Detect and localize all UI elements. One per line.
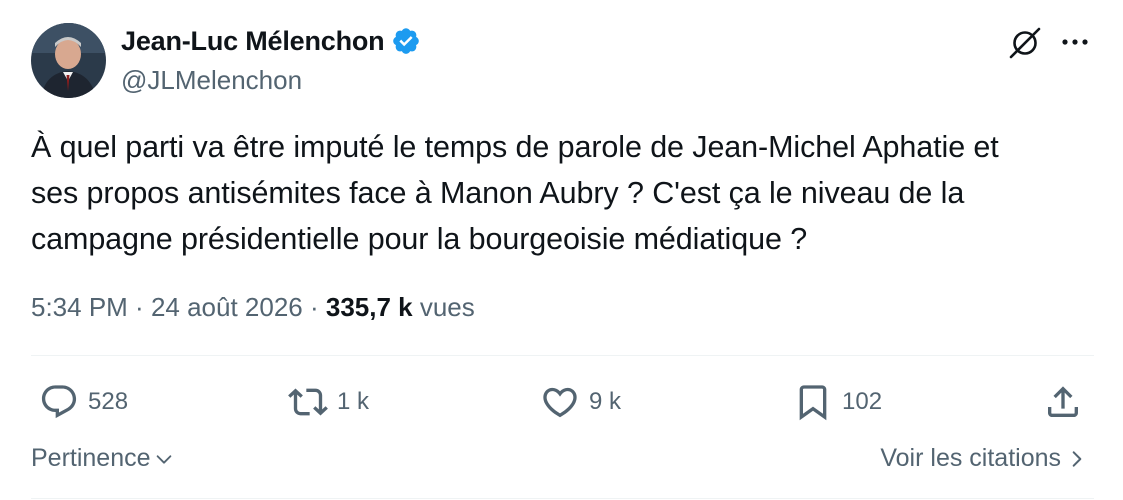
tweet-meta: 5:34 PM · 24 août 2026 · 335,7 k vues — [31, 289, 475, 325]
chevron-down-icon — [156, 454, 171, 464]
bookmark-button[interactable]: 102 — [793, 382, 882, 422]
chevron-right-icon — [1072, 450, 1082, 467]
reply-icon — [41, 385, 77, 419]
author-handle[interactable]: @JLMelenchon — [121, 64, 302, 96]
bookmark-icon — [799, 385, 827, 421]
reply-button[interactable]: 528 — [39, 382, 128, 422]
share-button[interactable] — [1043, 382, 1083, 422]
tweet-date[interactable]: 24 août 2026 — [151, 292, 303, 322]
divider — [31, 498, 1094, 499]
tweet-detail: Jean-Luc Mélenchon @JLMelenchon À quel p… — [0, 0, 1123, 500]
view-quotes-link[interactable]: Voir les citations — [880, 444, 1087, 473]
heart-icon — [543, 387, 577, 418]
more-icon[interactable] — [1058, 30, 1092, 54]
avatar[interactable] — [31, 23, 106, 98]
tweet-time[interactable]: 5:34 PM — [31, 292, 128, 322]
verified-badge-icon[interactable] — [391, 26, 421, 56]
bookmark-count: 102 — [842, 388, 883, 415]
like-count: 9 k — [589, 388, 622, 415]
sort-label: Pertinence — [31, 444, 151, 472]
meta-separator: · — [302, 292, 326, 322]
avatar-photo — [31, 23, 106, 98]
meta-separator: · — [127, 292, 151, 322]
repost-count: 1 k — [337, 388, 370, 415]
sort-selector[interactable]: Pertinence — [31, 444, 175, 473]
author-display-name[interactable]: Jean-Luc Mélenchon — [121, 24, 385, 58]
share-icon — [1048, 386, 1078, 417]
reply-count: 528 — [88, 388, 129, 415]
tweet-text: À quel parti va être imputé le temps de … — [31, 130, 999, 256]
view-quotes-label: Voir les citations — [880, 444, 1061, 472]
like-button[interactable]: 9 k — [540, 382, 621, 422]
views-label: vues — [412, 292, 475, 322]
repost-button[interactable]: 1 k — [288, 382, 369, 422]
repost-icon — [288, 388, 328, 416]
author-name-row[interactable]: Jean-Luc Mélenchon — [121, 24, 421, 58]
grok-icon[interactable] — [1007, 25, 1043, 61]
views-count: 335,7 k — [325, 292, 413, 322]
divider — [31, 355, 1094, 356]
